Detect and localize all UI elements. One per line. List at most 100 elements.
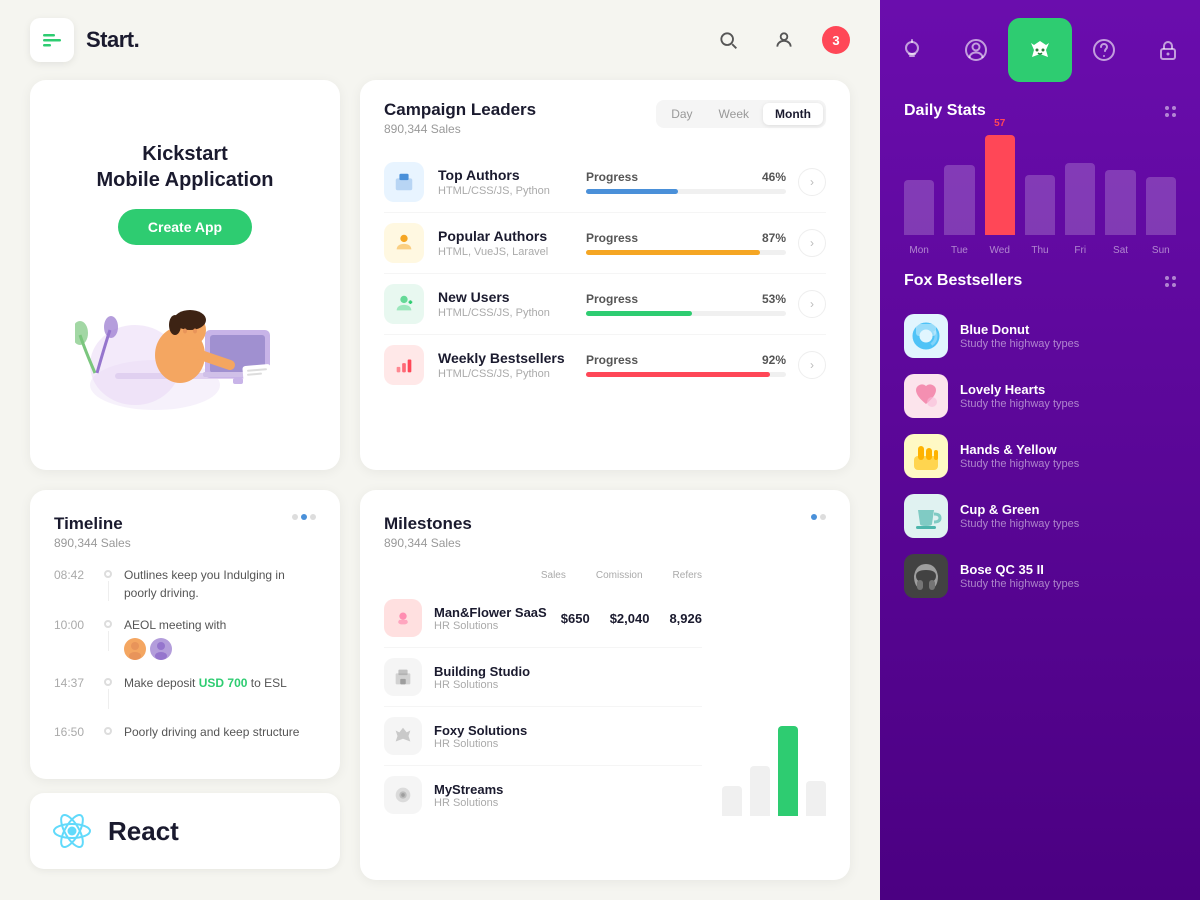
avatar-2	[150, 638, 172, 660]
fbs-dot-3	[1165, 283, 1169, 287]
new-users-progress-label: Progress53%	[586, 292, 786, 306]
bar-sat-day: Sat	[1113, 245, 1128, 256]
popular-authors-progress-bar-bg	[586, 250, 786, 255]
bs-info-blue-donut: Blue Donut Study the highway types	[960, 322, 1176, 350]
bs-sub-cup-green: Study the highway types	[960, 518, 1176, 530]
timeline-subtitle: 890,344 Sales	[54, 536, 131, 550]
header: Start. 3	[0, 0, 880, 80]
building-studio-icon	[384, 658, 422, 696]
mystreams-name: MyStreams	[434, 782, 702, 797]
ms-commission-value: $2,040	[610, 611, 650, 626]
ms-bar-shape-1	[722, 786, 742, 816]
bar-wed-day: Wed	[990, 245, 1010, 256]
tab-month[interactable]: Month	[763, 103, 823, 125]
bs-item-blue-donut: Blue Donut Study the highway types	[904, 306, 1176, 366]
top-authors-progress-fill	[586, 189, 678, 194]
timeline-card: Timeline 890,344 Sales 08:42	[30, 490, 340, 779]
illustration	[75, 265, 295, 410]
timeline-title: Timeline	[54, 514, 131, 534]
avatar-1	[124, 638, 146, 660]
weekly-bestsellers-tech: HTML/CSS/JS, Python	[438, 368, 586, 380]
new-users-icon	[384, 284, 424, 324]
nav-bulb[interactable]	[880, 18, 944, 82]
kickstart-card: Kickstart Mobile Application Create App	[30, 80, 340, 470]
notification-badge[interactable]: 3	[822, 26, 850, 54]
dots-row-2	[1165, 113, 1176, 117]
react-text: React	[108, 816, 179, 847]
manflower-stats: $650 $2,040 8,926	[561, 611, 702, 626]
timeline-content-1: Outlines keep you Indulging in poorly dr…	[124, 566, 316, 602]
popular-authors-progress-label: Progress87%	[586, 231, 786, 245]
ms-dot-1	[811, 514, 817, 520]
timeline-connector-4	[104, 723, 112, 735]
bs-name-cup-green: Cup & Green	[960, 502, 1176, 517]
bar-sun: 0 Sun	[1146, 160, 1176, 256]
dots-dot-3	[1165, 113, 1169, 117]
top-authors-arrow[interactable]: ›	[798, 168, 826, 196]
ms-bar-4	[806, 781, 826, 816]
fox-bestsellers-menu[interactable]	[1165, 276, 1176, 287]
dot-2	[301, 514, 307, 520]
timeline-dot-3	[104, 678, 112, 686]
fbs-dot-2	[1172, 276, 1176, 280]
ms-dot-2	[820, 514, 826, 520]
tab-week[interactable]: Week	[707, 103, 761, 125]
bar-mon: 0 Mon	[904, 163, 934, 256]
bar-wed-shape	[985, 135, 1015, 235]
timeline-avatars	[124, 638, 226, 660]
dot-3	[310, 514, 316, 520]
weekly-bestsellers-icon	[384, 345, 424, 385]
nav-user-circle[interactable]	[944, 18, 1008, 82]
popular-authors-arrow[interactable]: ›	[798, 229, 826, 257]
bs-thumb-blue-donut	[904, 314, 948, 358]
bar-sat-shape	[1105, 170, 1135, 235]
ms-bar-shape-4	[806, 781, 826, 816]
bar-wed: 57 Wed	[985, 118, 1015, 256]
bs-thumb-cup-green	[904, 494, 948, 538]
manflower-sub: HR Solutions	[434, 620, 549, 632]
kickstart-title: Kickstart Mobile Application	[96, 141, 273, 193]
right-sidebar: Daily Stats 0 Mon 0	[880, 0, 1200, 900]
timeline-dots	[292, 514, 316, 520]
timeline-time-1: 08:42	[54, 568, 92, 582]
main-area: Start. 3 Kickstart Mobile Application	[0, 0, 880, 900]
mystreams-sub: HR Solutions	[434, 797, 702, 809]
nav-question[interactable]	[1072, 18, 1136, 82]
new-users-arrow[interactable]: ›	[798, 290, 826, 318]
daily-stats-title: Daily Stats	[904, 102, 986, 120]
bar-thu-day: Thu	[1031, 245, 1048, 256]
timeline-line-3	[108, 689, 109, 709]
popular-authors-icon	[384, 223, 424, 263]
header-left: Start.	[30, 18, 139, 62]
nav-fox[interactable]	[1008, 18, 1072, 82]
nav-lock[interactable]	[1136, 18, 1200, 82]
building-studio-name: Building Studio	[434, 664, 702, 679]
bar-mon-shape	[904, 180, 934, 235]
create-app-button[interactable]: Create App	[118, 209, 252, 245]
manflower-info: Man&Flower SaaS HR Solutions	[434, 605, 549, 632]
timeline-item-4: 16:50 Poorly driving and keep structure	[54, 723, 316, 741]
fbs-dots-row-2	[1165, 283, 1176, 287]
top-authors-info: Top Authors HTML/CSS/JS, Python	[438, 167, 586, 197]
milestones-bar-chart	[722, 566, 826, 824]
search-icon[interactable]	[710, 22, 746, 58]
dot-1	[292, 514, 298, 520]
header-right: 3	[710, 22, 850, 58]
tab-day[interactable]: Day	[659, 103, 704, 125]
campaign-subtitle: 890,344 Sales	[384, 122, 536, 136]
milestone-row-mystreams: MyStreams HR Solutions	[384, 766, 702, 824]
popular-authors-info: Popular Authors HTML, VueJS, Laravel	[438, 228, 586, 258]
ms-bar-shape-3	[778, 726, 798, 816]
dots-row-1	[1165, 106, 1176, 110]
user-icon[interactable]	[766, 22, 802, 58]
bar-fri-shape	[1065, 163, 1095, 235]
daily-stats-menu[interactable]	[1165, 106, 1176, 117]
new-users-tech: HTML/CSS/JS, Python	[438, 307, 586, 319]
milestones-header: Milestones 890,344 Sales	[384, 514, 826, 550]
timeline-content-2: AEOL meeting with	[124, 616, 226, 660]
bs-thumb-lovely-hearts	[904, 374, 948, 418]
weekly-bestsellers-arrow[interactable]: ›	[798, 351, 826, 379]
bar-tue: 0 Tue	[944, 148, 974, 256]
bs-sub-lovely-hearts: Study the highway types	[960, 398, 1176, 410]
fbs-dot-1	[1165, 276, 1169, 280]
